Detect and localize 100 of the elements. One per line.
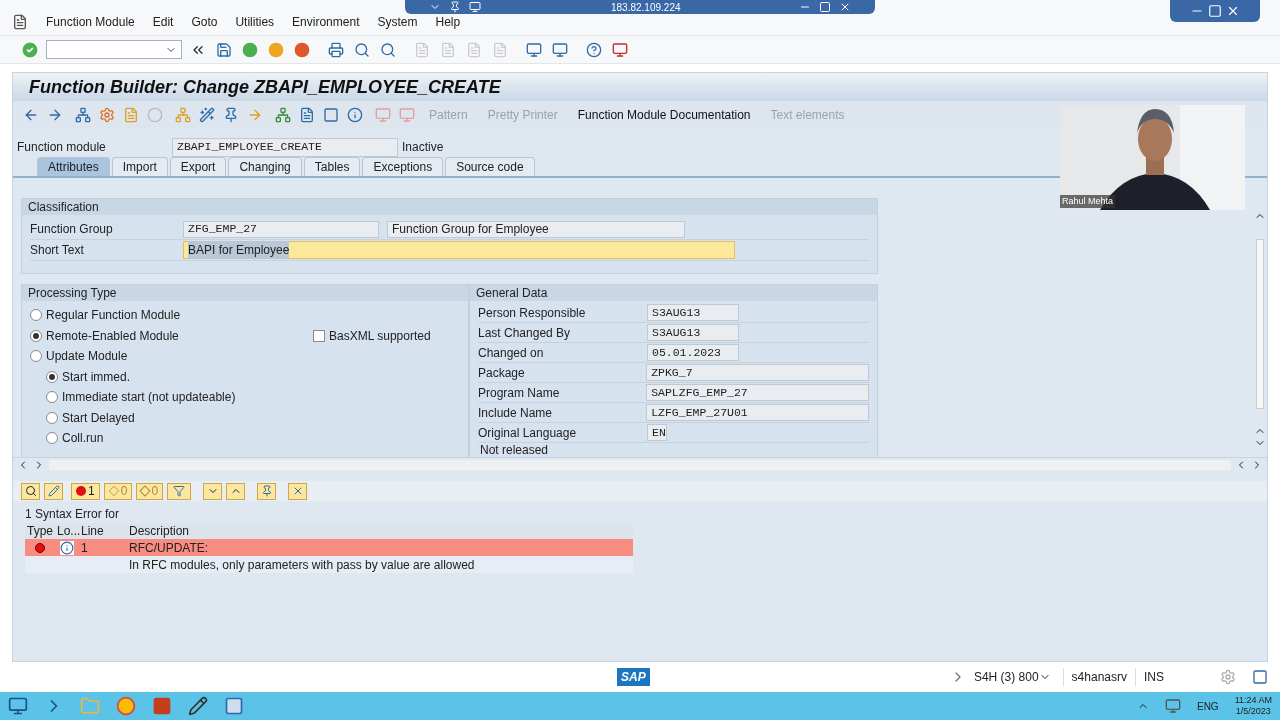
table-cell-text: In RFC modules, only parameters with pass by value are allowed xyxy=(128,556,476,574)
radio-label: Start immed. xyxy=(62,368,130,386)
tab[interactable]: Tables xyxy=(303,157,361,176)
edit-button[interactable] xyxy=(44,482,63,500)
checkbox[interactable] xyxy=(313,329,325,342)
radio-button[interactable] xyxy=(30,350,42,363)
sap-logo: SAP xyxy=(617,668,650,686)
release-status: Not released xyxy=(479,443,550,457)
system-info[interactable]: S4H (3) 800 xyxy=(973,668,1039,686)
panel-header: Processing Type xyxy=(22,285,468,301)
field-label: Original Language xyxy=(478,424,578,442)
next-button[interactable] xyxy=(203,482,223,500)
field-label: Function Group xyxy=(30,221,114,238)
error-icon xyxy=(76,486,86,496)
pin-icon xyxy=(260,485,273,497)
field-label: Package xyxy=(478,364,526,382)
menu-item[interactable]: Environment xyxy=(292,12,360,31)
menu-icon xyxy=(12,13,28,30)
short-text-field[interactable]: BAPI for Employee xyxy=(183,241,735,259)
radio-button[interactable] xyxy=(46,411,58,424)
column-header[interactable]: Type xyxy=(25,522,55,540)
filter-icon xyxy=(173,485,186,497)
radio-label: Update Module xyxy=(46,348,128,366)
menu-item[interactable]: Utilities xyxy=(235,12,275,31)
radio-label: Regular Function Module xyxy=(46,307,181,325)
value-field: ZPKG_7 xyxy=(646,364,869,381)
table-row[interactable]: In RFC modules, only parameters with pass by value are allowed xyxy=(25,556,633,573)
value-field: S3AUG13 xyxy=(647,324,739,341)
close-icon xyxy=(839,1,851,13)
field-label: Last Changed By xyxy=(478,324,572,342)
radio-label: Start Delayed xyxy=(62,409,135,427)
editor-icon xyxy=(188,696,208,716)
app-icon xyxy=(224,696,244,716)
menu-item[interactable]: System xyxy=(377,12,418,31)
menu-item[interactable]: Help xyxy=(435,12,461,31)
radio-label: Coll.run xyxy=(62,430,104,448)
message-text: 1 Syntax Error for xyxy=(25,506,121,523)
tab[interactable]: Import xyxy=(111,157,168,176)
window-title: Function Builder: Change ZBAPI_EMPLOYEE_CREATE xyxy=(29,75,501,99)
error-filter-button[interactable]: 1 xyxy=(71,482,100,500)
field-label: Person Responsible xyxy=(478,304,587,322)
close-button[interactable] xyxy=(288,482,308,500)
info-icon xyxy=(60,540,74,555)
radio-label: Immediate start (not updateable) xyxy=(62,389,236,407)
status-text: Inactive xyxy=(402,139,444,156)
server-address: 183.82.109.224 xyxy=(611,0,681,15)
radio-button[interactable] xyxy=(46,370,58,383)
enter-icon[interactable] xyxy=(20,39,40,60)
radio-label: Remote-Enabled Module xyxy=(46,327,179,345)
restore-icon xyxy=(1208,4,1222,18)
pin-icon xyxy=(449,1,461,13)
language-indicator[interactable]: ENG xyxy=(1196,698,1219,714)
table-row[interactable]: 1 RFC/UPDATE: xyxy=(25,539,633,556)
table-cell-text: 1 xyxy=(80,539,89,557)
input-mode: INS xyxy=(1135,668,1164,686)
column-header[interactable]: Description xyxy=(127,522,633,540)
menu-item[interactable]: Goto xyxy=(191,12,218,31)
checkbox-label: BasXML supported xyxy=(329,327,431,345)
toolbar-button[interactable]: Function Module Documentation xyxy=(569,105,759,124)
menu-item[interactable]: Function Module xyxy=(46,12,135,31)
value-field: LZFG_EMP_27U01 xyxy=(646,404,869,421)
value-field: 05.01.2023 xyxy=(647,344,739,361)
field-label: Function module xyxy=(17,139,107,156)
table-cell-text: RFC/UPDATE: xyxy=(128,539,210,557)
scrollbar-thumb[interactable] xyxy=(1256,238,1264,409)
radio-button[interactable] xyxy=(46,432,58,445)
filter-button[interactable] xyxy=(167,482,192,500)
radio-button[interactable] xyxy=(46,391,58,404)
tab[interactable]: Export xyxy=(169,157,227,176)
tab[interactable]: Source code xyxy=(445,157,535,176)
value-field: EN xyxy=(647,424,667,441)
settings-icon xyxy=(1220,669,1236,685)
tab[interactable]: Exceptions xyxy=(362,157,444,176)
tab[interactable]: Changing xyxy=(228,157,302,176)
pencil-icon xyxy=(47,485,60,497)
value-field: S3AUG13 xyxy=(647,304,739,321)
panel-header: General Data xyxy=(470,285,877,301)
group-description-field: Function Group for Employee xyxy=(387,220,685,238)
previous-button[interactable] xyxy=(226,482,246,500)
column-header[interactable]: Lo... xyxy=(55,522,79,540)
function-group-field[interactable]: ZFG_EMP_27 xyxy=(183,220,379,238)
value-field: SAPLZFG_EMP_27 xyxy=(646,384,869,401)
command-field[interactable] xyxy=(46,40,182,59)
clock[interactable]: 11:24 AM 1/5/2023 xyxy=(1234,695,1272,717)
function-module-field[interactable]: ZBAPI_EMPLOYEE_CREATE xyxy=(172,137,398,157)
column-header[interactable]: Line xyxy=(79,522,127,540)
folder-icon xyxy=(80,696,100,716)
pin-button[interactable] xyxy=(257,482,277,500)
display-button[interactable] xyxy=(21,482,40,500)
field-label: Short Text xyxy=(30,242,85,259)
panel-header: Classification xyxy=(22,199,877,215)
menu-item[interactable]: Edit xyxy=(152,12,174,31)
field-label: Changed on xyxy=(478,344,545,362)
close-icon xyxy=(1226,4,1240,18)
tab[interactable]: Attributes xyxy=(37,157,110,176)
restore-icon xyxy=(819,1,831,13)
scrollbar-track[interactable] xyxy=(49,459,1231,470)
radio-button[interactable] xyxy=(30,329,42,342)
field-label: Include Name xyxy=(478,404,554,422)
radio-button[interactable] xyxy=(30,309,42,322)
